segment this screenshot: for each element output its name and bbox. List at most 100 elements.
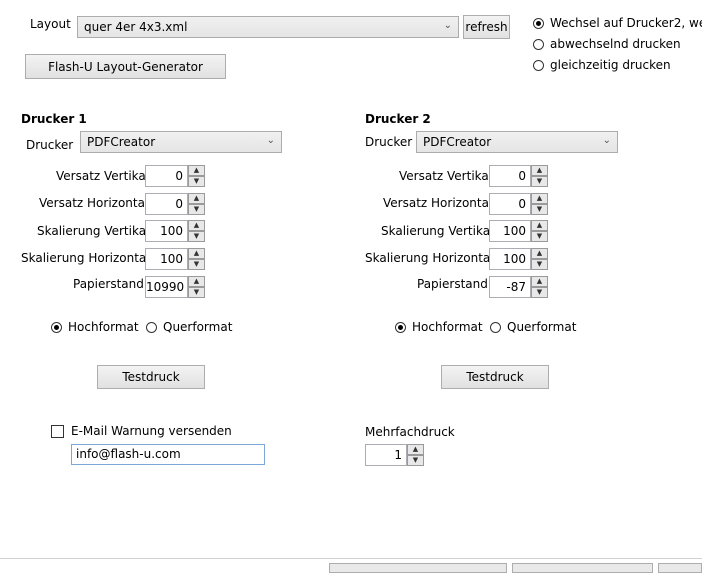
p1-skalierung-vertikal-label: Skalierung Vertikal	[37, 224, 150, 238]
arrow-up-icon[interactable]: ▲	[188, 220, 205, 231]
layout-generator-button[interactable]: Flash-U Layout-Generator	[25, 54, 226, 79]
spinner-value[interactable]: 100	[489, 248, 531, 270]
p2-testdruck-button[interactable]: Testdruck	[441, 365, 549, 389]
printer2-label: Drucker	[365, 135, 413, 149]
spinner-value[interactable]: 0	[489, 165, 531, 187]
printer1-select-value: PDFCreator	[87, 135, 156, 149]
p2-skalierung-horizontal-spinner[interactable]: 100 ▲ ▼	[489, 248, 548, 270]
p2-skalierung-vertikal-label: Skalierung Vertikal	[381, 224, 494, 238]
spinner-value[interactable]: 1	[365, 444, 407, 466]
email-warning-checkbox[interactable]: E-Mail Warnung versenden	[51, 424, 232, 438]
arrow-down-icon[interactable]: ▼	[188, 231, 205, 242]
bottom-divider	[0, 558, 702, 559]
chevron-down-icon: ⌄	[443, 20, 452, 31]
mode-option-gleichzeitig[interactable]: gleichzeitig drucken	[533, 58, 671, 72]
p2-hochformat-label: Hochformat	[412, 320, 483, 334]
arrow-up-icon[interactable]: ▲	[188, 276, 205, 287]
p1-versatz-vertikal-label: Versatz Vertikal	[56, 169, 150, 183]
mode-option-abwechselnd[interactable]: abwechselnd drucken	[533, 37, 681, 51]
refresh-button[interactable]: refresh	[463, 15, 510, 39]
p1-skalierung-horizontal-spinner[interactable]: 100 ▲ ▼	[145, 248, 205, 270]
mode-option-label: Wechsel auf Drucker2, wenn	[550, 16, 702, 30]
bottom-button-3[interactable]	[658, 563, 702, 573]
radio-indicator	[490, 321, 501, 333]
mode-option-wechsel[interactable]: Wechsel auf Drucker2, wenn	[533, 16, 702, 30]
mode-option-label: abwechselnd drucken	[550, 37, 681, 51]
p1-hochformat-radio[interactable]: Hochformat	[51, 320, 139, 334]
bottom-button-2[interactable]	[512, 563, 653, 573]
radio-indicator	[533, 59, 544, 71]
p1-versatz-vertikal-spinner[interactable]: 0 ▲ ▼	[145, 165, 205, 187]
mode-option-label: gleichzeitig drucken	[550, 58, 671, 72]
bottom-button-1[interactable]	[329, 563, 507, 573]
p1-skalierung-vertikal-spinner[interactable]: 100 ▲ ▼	[145, 220, 205, 242]
mehrfachdruck-spinner[interactable]: 1 ▲ ▼	[365, 444, 424, 466]
p2-versatz-horizontal-label: Versatz Horizontal	[383, 196, 493, 210]
layout-select[interactable]: quer 4er 4x3.xml ⌄	[77, 16, 459, 38]
arrow-down-icon[interactable]: ▼	[531, 231, 548, 242]
printer1-label: Drucker	[26, 138, 74, 152]
radio-indicator	[533, 38, 544, 50]
chevron-down-icon: ⌄	[602, 135, 611, 146]
layout-select-value: quer 4er 4x3.xml	[84, 20, 188, 34]
radio-indicator	[51, 321, 62, 333]
p1-papierstand-spinner[interactable]: 10990 ▲ ▼	[145, 276, 205, 298]
arrow-down-icon[interactable]: ▼	[407, 455, 424, 466]
arrow-down-icon[interactable]: ▼	[531, 176, 548, 187]
spinner-value[interactable]: 0	[145, 165, 188, 187]
printer2-title: Drucker 2	[365, 112, 431, 126]
spinner-value[interactable]: 10990	[145, 276, 188, 298]
printer2-select[interactable]: PDFCreator ⌄	[416, 131, 618, 153]
mehrfachdruck-label: Mehrfachdruck	[365, 425, 455, 439]
layout-label: Layout	[30, 17, 71, 31]
arrow-up-icon[interactable]: ▲	[188, 165, 205, 176]
arrow-down-icon[interactable]: ▼	[531, 287, 548, 298]
p2-papierstand-spinner[interactable]: -87 ▲ ▼	[489, 276, 548, 298]
arrow-up-icon[interactable]: ▲	[531, 276, 548, 287]
p2-versatz-horizontal-spinner[interactable]: 0 ▲ ▼	[489, 193, 548, 215]
arrow-up-icon[interactable]: ▲	[531, 193, 548, 204]
spinner-value[interactable]: 100	[145, 248, 188, 270]
checkbox-box[interactable]	[51, 424, 64, 438]
p1-skalierung-horizontal-label: Skalierung Horizontal	[21, 251, 150, 265]
p2-skalierung-horizontal-label: Skalierung Horizontal	[365, 251, 494, 265]
spinner-value[interactable]: 0	[145, 193, 188, 215]
arrow-down-icon[interactable]: ▼	[531, 259, 548, 270]
arrow-down-icon[interactable]: ▼	[531, 204, 548, 215]
printer1-title: Drucker 1	[21, 112, 87, 126]
arrow-down-icon[interactable]: ▼	[188, 204, 205, 215]
printer1-select[interactable]: PDFCreator ⌄	[80, 131, 282, 153]
arrow-down-icon[interactable]: ▼	[188, 259, 205, 270]
p2-papierstand-label: Papierstand	[417, 277, 488, 291]
p2-versatz-vertikal-spinner[interactable]: 0 ▲ ▼	[489, 165, 548, 187]
radio-indicator	[146, 321, 157, 333]
spinner-value[interactable]: 100	[145, 220, 188, 242]
p1-hochformat-label: Hochformat	[68, 320, 139, 334]
email-warning-label: E-Mail Warnung versenden	[71, 424, 232, 438]
p2-querformat-radio[interactable]: Querformat	[490, 320, 576, 334]
arrow-up-icon[interactable]: ▲	[531, 220, 548, 231]
spinner-value[interactable]: 0	[489, 193, 531, 215]
p2-versatz-vertikal-label: Versatz Vertikal	[399, 169, 493, 183]
printer2-select-value: PDFCreator	[423, 135, 492, 149]
arrow-up-icon[interactable]: ▲	[531, 248, 548, 259]
p1-versatz-horizontal-spinner[interactable]: 0 ▲ ▼	[145, 193, 205, 215]
chevron-down-icon: ⌄	[266, 135, 275, 146]
arrow-down-icon[interactable]: ▼	[188, 176, 205, 187]
radio-indicator	[395, 321, 406, 333]
arrow-down-icon[interactable]: ▼	[188, 287, 205, 298]
p2-hochformat-radio[interactable]: Hochformat	[395, 320, 483, 334]
arrow-up-icon[interactable]: ▲	[188, 248, 205, 259]
arrow-up-icon[interactable]: ▲	[531, 165, 548, 176]
email-field[interactable]: info@flash-u.com	[71, 444, 265, 465]
spinner-value[interactable]: 100	[489, 220, 531, 242]
arrow-up-icon[interactable]: ▲	[188, 193, 205, 204]
radio-indicator	[533, 17, 544, 29]
p1-testdruck-button[interactable]: Testdruck	[97, 365, 205, 389]
p2-skalierung-vertikal-spinner[interactable]: 100 ▲ ▼	[489, 220, 548, 242]
arrow-up-icon[interactable]: ▲	[407, 444, 424, 455]
p1-querformat-radio[interactable]: Querformat	[146, 320, 232, 334]
p1-querformat-label: Querformat	[163, 320, 233, 334]
spinner-value[interactable]: -87	[489, 276, 531, 298]
p1-versatz-horizontal-label: Versatz Horizontal	[39, 196, 149, 210]
